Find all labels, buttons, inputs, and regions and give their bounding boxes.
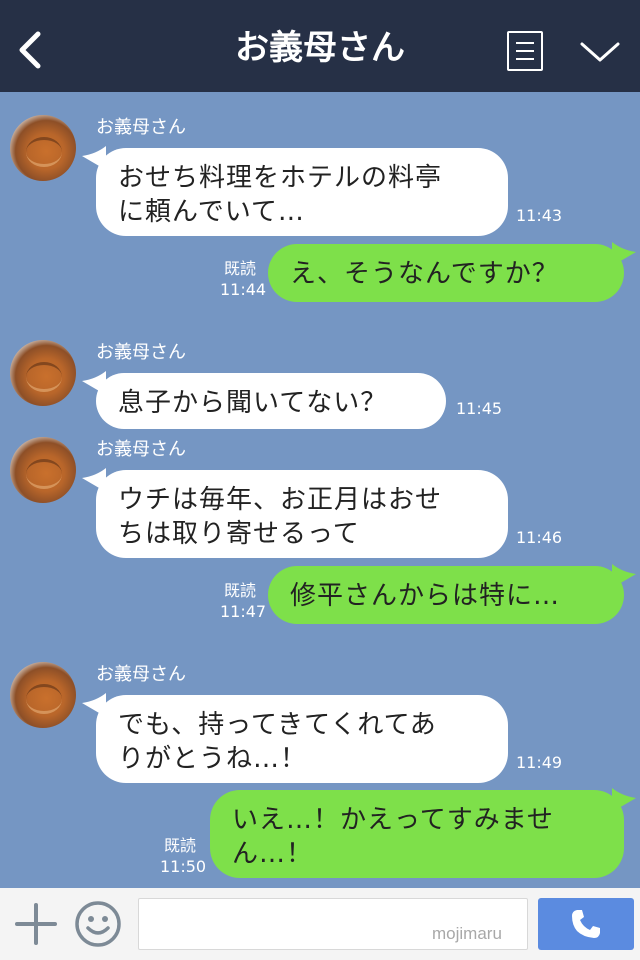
avatar[interactable] (10, 115, 76, 181)
read-receipt: 既読 (163, 836, 196, 855)
message-bubble[interactable]: 修平さんからは特に… (268, 566, 624, 624)
message-line: でも、持ってきてくれてあ (118, 710, 437, 740)
sender-name: お義母さん (96, 117, 186, 138)
read-receipt: 既読 (223, 581, 256, 600)
message-line: いえ…！かえってすみませ (232, 805, 554, 835)
read-receipt: 既読 (223, 259, 256, 278)
menu-line (516, 58, 534, 60)
add-button[interactable] (14, 902, 58, 946)
message-time: 11:45 (456, 399, 503, 418)
message-time: 11:46 (516, 528, 563, 547)
input-bar: mojimaru (0, 888, 640, 960)
phone-icon (572, 910, 600, 938)
message-line: ウチは毎年、お正月はおせ (118, 485, 443, 515)
call-button[interactable] (538, 898, 634, 950)
avatar[interactable] (10, 662, 76, 728)
avatar[interactable] (10, 437, 76, 503)
message-line: え、そうなんですか？ (290, 259, 559, 289)
sender-name: お義母さん (96, 342, 186, 363)
message-bubble[interactable]: え、そうなんですか？ (268, 244, 624, 302)
message-bubble[interactable]: 息子から聞いてない？ (96, 373, 446, 429)
message-line: おせち料理をホテルの料亭 (118, 163, 443, 193)
message-time: 11:50 (160, 857, 207, 876)
avatar[interactable] (10, 340, 76, 406)
menu-button[interactable] (507, 31, 543, 71)
message-time: 11:44 (220, 280, 267, 299)
bubble-tail (612, 242, 636, 266)
message-line: に頼んでいて… (118, 197, 305, 227)
watermark-text: mojimaru (432, 924, 502, 943)
message-bubble[interactable]: おせち料理をホテルの料亭 に頼んでいて… (96, 148, 508, 236)
message-line: 息子から聞いてない？ (118, 388, 388, 418)
chat-title: お義母さん (235, 28, 405, 68)
sender-name: お義母さん (96, 664, 186, 685)
message-time: 11:43 (516, 206, 563, 225)
message-line: りがとうね…！ (118, 744, 308, 774)
message-line: 修平さんからは特に… (290, 581, 561, 611)
sender-name: お義母さん (96, 439, 186, 460)
message-line: ちは取り寄せるって (118, 519, 360, 549)
plus-icon (15, 903, 57, 945)
chevron-down-icon (580, 42, 620, 62)
chat-header: お義母さん (0, 0, 640, 92)
message-bubble[interactable]: でも、持ってきてくれてあ りがとうね…！ (96, 695, 508, 783)
collapse-button[interactable] (578, 34, 622, 70)
smile-icon (75, 901, 121, 947)
menu-lines-icon (516, 42, 534, 44)
emoji-button[interactable] (74, 900, 122, 948)
message-line: ん…！ (232, 839, 314, 869)
bubble-tail (612, 564, 636, 588)
bubble-tail (612, 788, 636, 812)
message-bubble[interactable]: ウチは毎年、お正月はおせ ちは取り寄せるって (96, 470, 508, 558)
message-time: 11:47 (220, 602, 267, 621)
menu-line (516, 50, 534, 52)
message-time: 11:49 (516, 753, 563, 772)
chat-area[interactable]: お義母さん おせち料理をホテルの料亭 に頼んでいて… 11:43 既読 11:4… (0, 92, 640, 888)
message-bubble[interactable]: いえ…！かえってすみませ ん…！ (210, 790, 624, 878)
